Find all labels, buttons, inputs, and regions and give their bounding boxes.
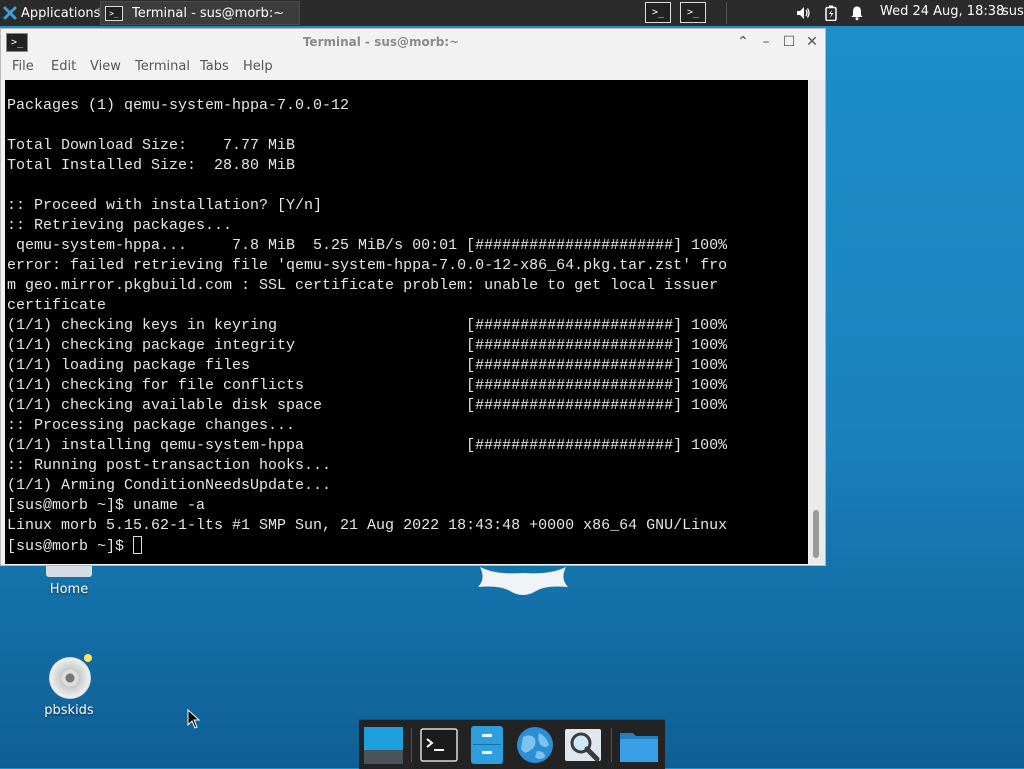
terminal-icon: >_ [105, 5, 123, 21]
menu-view[interactable]: View [90, 59, 121, 74]
terminal-line: :: Retrieving packages... [7, 217, 233, 234]
terminal-line: certificate [7, 297, 107, 314]
terminal-line: Linux morb 5.15.62-1-lts #1 SMP Sun, 21 … [7, 517, 728, 534]
terminal-scrollbar[interactable] [809, 80, 825, 564]
window-title: Terminal - sus@morb:~ [302, 35, 460, 49]
terminal-line: Packages (1) qemu-system-hppa-7.0.0-12 [7, 97, 350, 114]
terminal-line: (1/1) checking package integrity [######… [7, 337, 728, 354]
terminal-line: Total Download Size: 7.77 MiB [7, 137, 296, 154]
terminal-line: error: failed retrieving file 'qemu-syst… [7, 257, 728, 274]
terminal-line: (1/1) checking keys in keyring [########… [7, 317, 728, 334]
show-desktop-icon[interactable] [363, 725, 403, 765]
xfce-mascot-icon [478, 567, 568, 595]
terminal-output[interactable]: Packages (1) qemu-system-hppa-7.0.0-12 T… [5, 80, 808, 564]
terminal-launcher-icon[interactable] [419, 725, 459, 765]
menu-help[interactable]: Help [243, 59, 273, 74]
xfce-mouse-icon [3, 6, 17, 20]
file-manager-launcher-icon[interactable] [467, 725, 507, 765]
applications-menu-button[interactable]: Applications [0, 0, 100, 26]
search-icon[interactable] [563, 725, 603, 765]
terminal-window: >_ Terminal - sus@morb:~ ⌃ – ☐ ✕ File Ed… [0, 28, 826, 566]
web-browser-launcher-icon[interactable] [515, 725, 555, 765]
desktop-icon-home-label[interactable]: Home [24, 582, 114, 597]
disc-icon[interactable] [49, 657, 91, 699]
terminal-line: [sus@morb ~]$ uname -a [7, 497, 206, 514]
menu-tabs[interactable]: Tabs [200, 59, 229, 74]
shade-button[interactable]: ⌃ [735, 34, 751, 50]
menu-edit[interactable]: Edit [51, 59, 76, 74]
speaker-icon[interactable] [795, 5, 811, 21]
menu-terminal[interactable]: Terminal [135, 59, 190, 74]
bell-icon[interactable] [849, 5, 865, 21]
mouse-pointer-icon [187, 709, 201, 729]
battery-icon[interactable] [823, 5, 839, 21]
terminal-line: m geo.mirror.pkgbuild.com : SSL certific… [7, 277, 719, 294]
scrollbar-thumb[interactable] [813, 510, 819, 558]
home-folder-icon[interactable] [46, 565, 92, 577]
menu-file[interactable]: File [12, 59, 34, 74]
terminal-line: Total Installed Size: 28.80 MiB [7, 157, 296, 174]
terminal-text: Packages (1) qemu-system-hppa-7.0.0-12 T… [5, 96, 727, 557]
user-menu[interactable]: sus [1002, 4, 1024, 19]
desktop-icon-pbskids-label[interactable]: pbskids [24, 703, 114, 718]
terminal-line: (1/1) installing qemu-system-hppa [#####… [7, 437, 728, 454]
terminal-cursor [133, 536, 143, 554]
workspace-1-button[interactable]: >_ [645, 2, 671, 23]
minimize-button[interactable]: – [758, 34, 774, 50]
maximize-button[interactable]: ☐ [781, 34, 797, 50]
terminal-prompt: [sus@morb ~]$ [7, 538, 134, 555]
applications-label: Applications [21, 5, 101, 21]
dock-separator [411, 728, 412, 762]
clock[interactable]: Wed 24 Aug, 18:38 [880, 4, 1004, 19]
close-button[interactable]: ✕ [804, 34, 820, 50]
terminal-line: :: Processing package changes... [7, 417, 296, 434]
terminal-line: (1/1) checking available disk space [###… [7, 397, 728, 414]
terminal-line: (1/1) checking for file conflicts [#####… [7, 377, 728, 394]
dock-separator [611, 728, 612, 762]
dock [359, 719, 665, 769]
terminal-line: :: Running post-transaction hooks... [7, 457, 332, 474]
panel-separator [726, 2, 727, 24]
menubar: File Edit View Terminal Tabs Help [1, 55, 825, 79]
top-panel: Applications ⋮ >_ Terminal - sus@morb:~ … [0, 0, 1024, 26]
terminal-line: :: Proceed with installation? [Y/n] [7, 197, 323, 214]
workspace-2-button[interactable]: >_ [680, 2, 706, 23]
folder-icon[interactable] [619, 725, 659, 765]
taskbar-terminal-button[interactable]: >_ Terminal - sus@morb:~ [100, 1, 300, 25]
window-titlebar[interactable]: >_ Terminal - sus@morb:~ ⌃ – ☐ ✕ [1, 29, 825, 55]
disc-badge [84, 654, 92, 662]
terminal-line: (1/1) loading package files [###########… [7, 357, 728, 374]
terminal-line: (1/1) Arming ConditionNeedsUpdate... [7, 477, 332, 494]
taskbar-terminal-title: Terminal - sus@morb:~ [132, 5, 285, 21]
terminal-line: qemu-system-hppa... 7.8 MiB 5.25 MiB/s 0… [7, 237, 728, 254]
